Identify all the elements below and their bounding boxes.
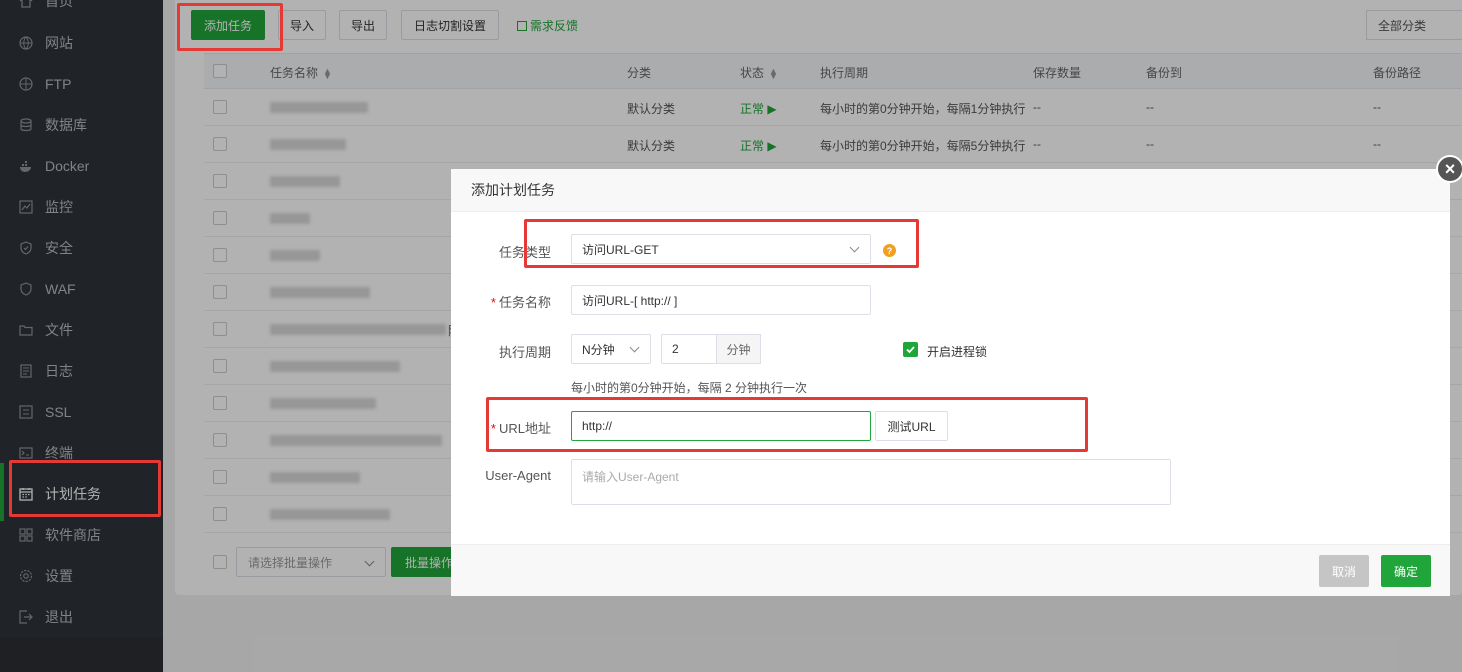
dialog-footer: 取消 确定 [451,544,1450,596]
cycle-unit-addon: 分钟 [717,334,761,364]
highlight-task-type [524,219,919,268]
cycle-minutes-input[interactable]: 2 [661,334,717,364]
confirm-button[interactable]: 确定 [1381,555,1431,587]
cycle-unit-select-value: N分钟 [582,342,615,357]
process-lock-checkbox[interactable] [903,342,918,357]
cancel-button[interactable]: 取消 [1319,555,1369,587]
cycle-unit-select[interactable]: N分钟 [571,334,651,364]
dialog-title: 添加计划任务 [451,169,1450,212]
process-lock-label: 开启进程锁 [927,345,988,359]
task-name-input[interactable]: 访问URL-[ http:// ] [571,285,871,315]
close-icon[interactable]: × [1436,155,1462,183]
cycle-label: 执行周期 [498,345,551,360]
highlight-add-task [177,3,283,51]
check-icon [906,346,915,354]
highlight-url-field [486,397,1088,452]
user-agent-input[interactable]: 请输入User-Agent [571,459,1171,505]
task-name-label-text: 任务名称 [498,295,551,310]
user-agent-label: User-Agent [485,468,551,483]
chevron-down-icon [629,342,640,353]
cycle-hint: 每小时的第0分钟开始，每隔 2 分钟执行一次 [571,381,808,395]
task-name-label: * 任务名称 [490,295,551,310]
highlight-cron-nav [9,460,161,517]
